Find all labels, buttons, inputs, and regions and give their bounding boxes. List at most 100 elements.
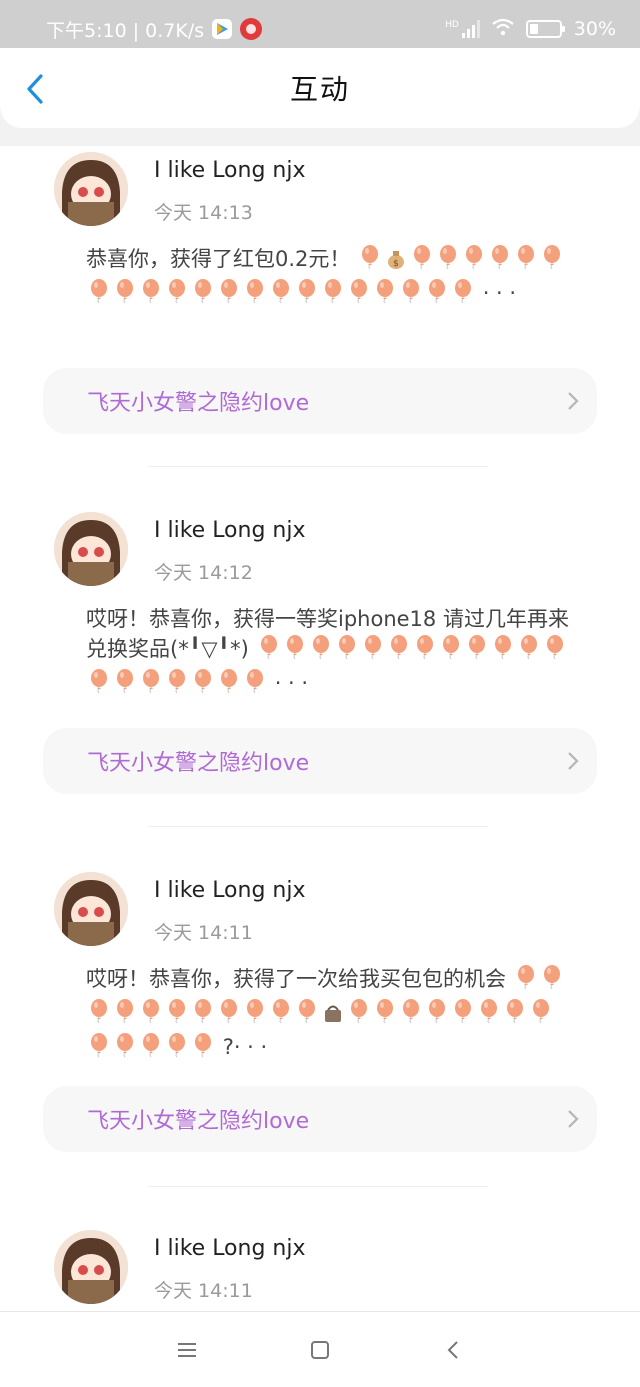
balloon-icon: [322, 278, 344, 312]
balloon-icon: [284, 634, 306, 668]
balloon-icon: [359, 244, 381, 278]
balloon-icon: [140, 278, 162, 312]
hd-signal-icon: HD: [445, 20, 480, 38]
balloon-icon: [88, 278, 110, 312]
balloon-icon: [244, 278, 266, 312]
balloon-icon: [530, 998, 552, 1032]
source-link-text[interactable]: 飞天小女警之隐约love: [87, 745, 309, 777]
avatar-image: [54, 1230, 128, 1304]
message-text: 恭喜你，获得了红包0.2元！ $ · · ·: [86, 244, 576, 312]
balloon-icon: [452, 998, 474, 1032]
system-back-button[interactable]: [433, 1330, 473, 1370]
balloon-icon: [440, 634, 462, 668]
avatar[interactable]: [54, 152, 128, 226]
balloon-icon: [478, 998, 500, 1032]
message-body: 哎呀！恭喜你，获得了一次给我买包包的机会: [86, 967, 506, 991]
balloon-icon: [541, 244, 563, 278]
balloon-icon: [192, 278, 214, 312]
signal-bars-icon: [461, 20, 480, 38]
balloon-icon: [388, 634, 410, 668]
app-notification-icon: [240, 18, 263, 40]
balloon-icon: [492, 634, 514, 668]
balloon-icon: [466, 634, 488, 668]
header: 互动: [0, 48, 640, 128]
balloon-icon: [336, 634, 358, 668]
message-ellipsis: · · ·: [482, 281, 517, 305]
home-square-icon: [310, 1340, 329, 1359]
svg-text:$: $: [393, 259, 399, 269]
back-button[interactable]: [20, 72, 50, 106]
balloon-icon: [192, 1032, 214, 1066]
balloon-icon: [362, 634, 384, 668]
balloon-icon: [310, 634, 332, 668]
balloon-icon: [437, 244, 459, 278]
timestamp: 今天 14:11: [154, 922, 253, 944]
avatar-image: [54, 152, 128, 226]
balloon-icon: [166, 998, 188, 1032]
menu-button[interactable]: [167, 1330, 207, 1370]
divider: [148, 1186, 488, 1187]
avatar[interactable]: [54, 1230, 128, 1304]
menu-icon: [177, 1342, 196, 1357]
balloon-icon: [88, 668, 110, 702]
divider: [148, 826, 488, 827]
balloon-icon: [140, 998, 162, 1032]
message-ellipsis: ?· · ·: [222, 1035, 268, 1059]
balloon-icon: [192, 998, 214, 1032]
balloon-icon: [426, 998, 448, 1032]
interaction-list[interactable]: I like Long njx 今天 14:13 恭喜你，获得了红包0.2元！ …: [0, 146, 640, 1311]
message-text: 哎呀！恭喜你，获得一等奖iphone18 请过几年再来兑换奖品(*╹▽╹*) ·…: [86, 604, 576, 702]
avatar-image: [54, 512, 128, 586]
message-body: 恭喜你，获得了红包0.2元！: [86, 247, 351, 271]
username[interactable]: I like Long njx: [154, 158, 306, 183]
balloon-icon: [88, 1032, 110, 1066]
balloon-icon: [400, 278, 422, 312]
balloon-icon: [411, 244, 433, 278]
balloon-icon: [166, 278, 188, 312]
balloon-icon: [166, 668, 188, 702]
balloon-icon: [140, 668, 162, 702]
source-link-bar[interactable]: 飞天小女警之隐约love: [43, 728, 597, 794]
page-title: 互动: [289, 73, 350, 106]
wifi-icon: [492, 18, 514, 41]
status-left: 下午5:10 | 0.7K/s: [46, 16, 263, 43]
balloon-icon: [258, 634, 280, 668]
username[interactable]: I like Long njx: [154, 518, 306, 543]
balloon-icon: [114, 278, 136, 312]
home-button[interactable]: [300, 1330, 340, 1370]
balloon-icon: [218, 278, 240, 312]
handbag-icon: [322, 1002, 344, 1024]
source-link-text[interactable]: 飞天小女警之隐约love: [87, 1103, 309, 1135]
balloon-icon: [348, 278, 370, 312]
balloon-icon: [244, 998, 266, 1032]
balloon-emojis: [357, 245, 383, 271]
source-link-text[interactable]: 飞天小女警之隐约love: [87, 385, 309, 417]
timestamp: 今天 14:11: [154, 1280, 253, 1302]
status-right: HD 30%: [445, 18, 616, 41]
balloon-icon: [114, 668, 136, 702]
source-link-bar[interactable]: 飞天小女警之隐约love: [43, 368, 597, 434]
hd-label: HD: [445, 20, 459, 30]
balloon-icon: [296, 278, 318, 312]
balloon-icon: [374, 998, 396, 1032]
balloon-icon: [374, 278, 396, 312]
balloon-icon: [140, 1032, 162, 1066]
balloon-icon: [192, 668, 214, 702]
balloon-icon: [88, 998, 110, 1032]
username[interactable]: I like Long njx: [154, 1236, 306, 1261]
balloon-icon: [541, 964, 563, 998]
divider: [148, 466, 488, 467]
avatar[interactable]: [54, 512, 128, 586]
system-nav-bar: [0, 1311, 640, 1387]
username[interactable]: I like Long njx: [154, 878, 306, 903]
balloon-icon: [270, 998, 292, 1032]
avatar[interactable]: [54, 872, 128, 946]
balloon-icon: [296, 998, 318, 1032]
balloon-icon: [218, 668, 240, 702]
balloon-icon: [426, 278, 448, 312]
timestamp: 今天 14:12: [154, 562, 253, 584]
balloon-icon: [114, 1032, 136, 1066]
source-link-bar[interactable]: 飞天小女警之隐约love: [43, 1086, 597, 1152]
balloon-icon: [452, 278, 474, 312]
balloon-icon: [518, 634, 540, 668]
